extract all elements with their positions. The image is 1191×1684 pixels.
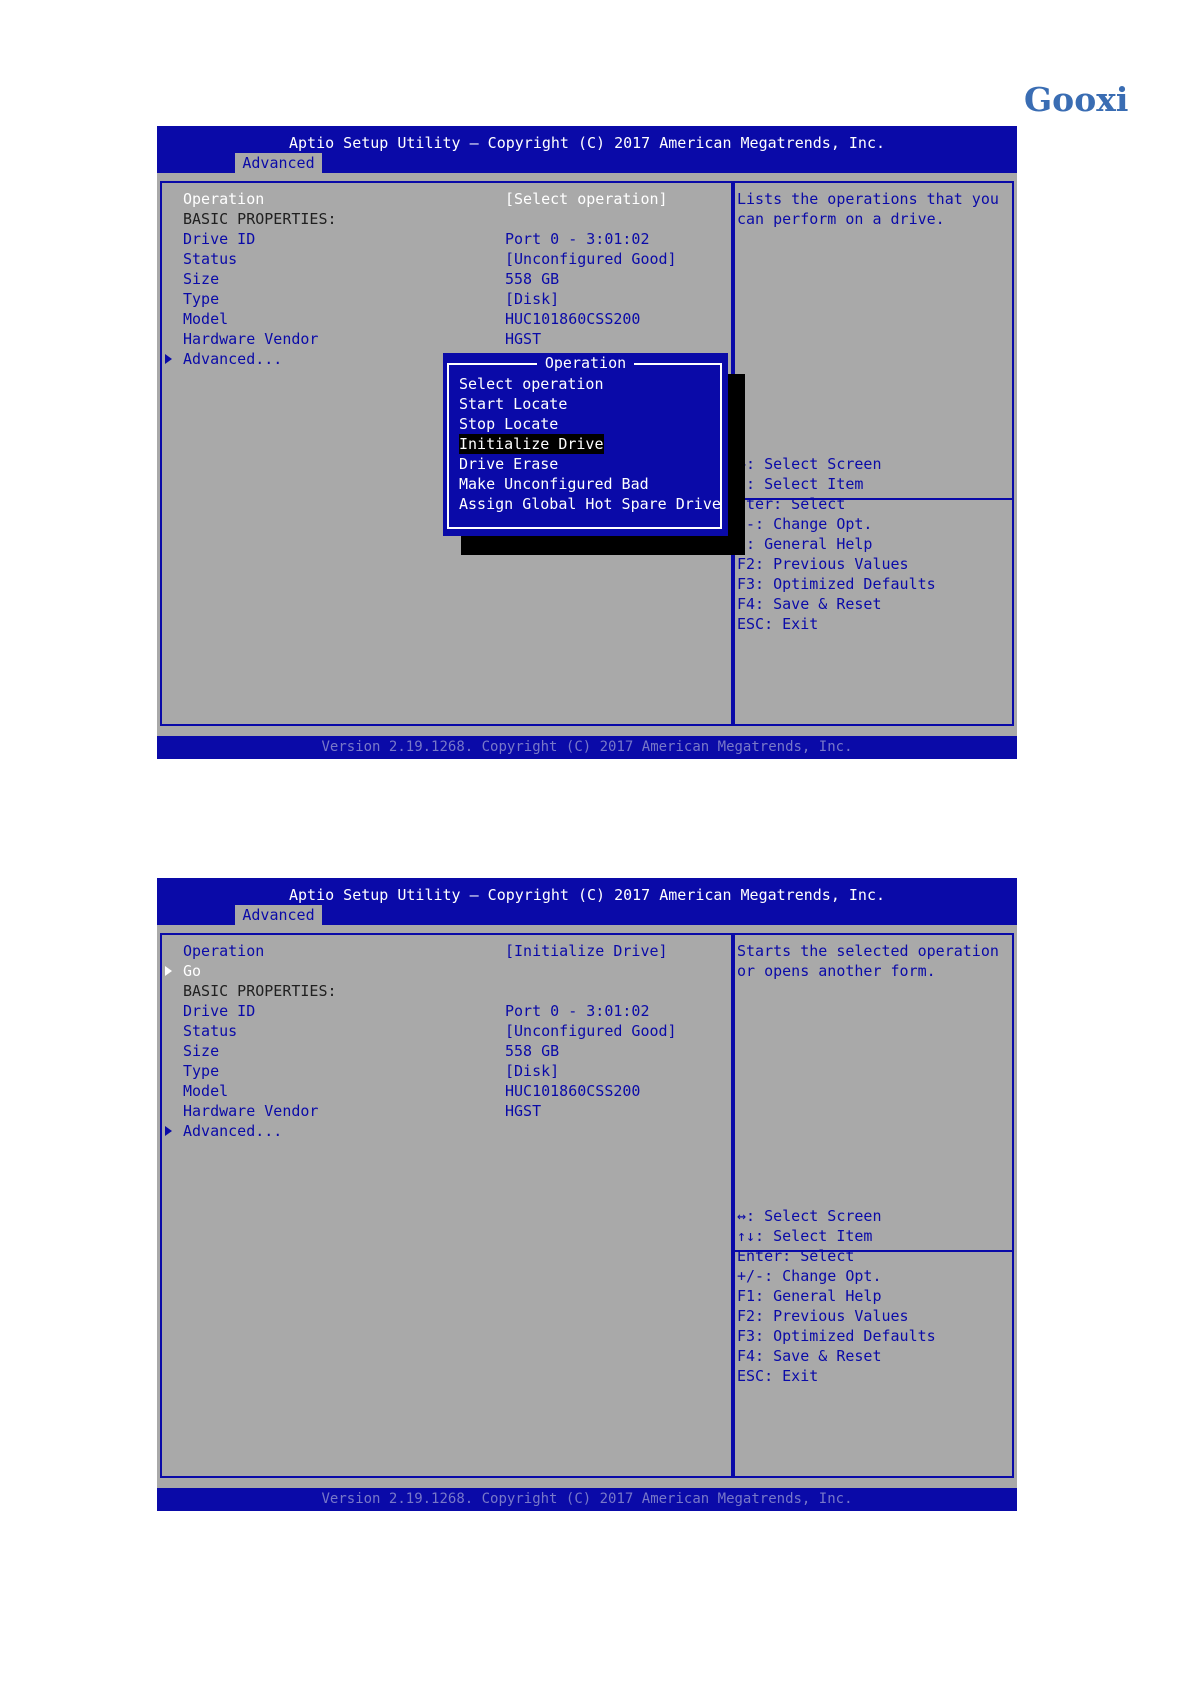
bios-screen-initialize-selected: Aptio Setup Utility – Copyright (C) 2017…: [157, 878, 1017, 1511]
key-hint: ESC: Exit: [737, 615, 819, 633]
key-hint: +/-: Change Opt.: [737, 1267, 882, 1285]
key-hint: Enter: Select: [737, 1247, 855, 1265]
bios-footer: Version 2.19.1268. Copyright (C) 2017 Am…: [157, 1488, 1017, 1511]
operation-value[interactable]: [Select operation]: [505, 189, 668, 209]
header-title: Aptio Setup Utility – Copyright (C) 2017…: [288, 134, 886, 152]
help-text-line: Starts the selected operation: [737, 942, 999, 960]
drive-id-value: Port 0 - 3:01:02: [505, 1002, 650, 1020]
operation-label[interactable]: Operation: [183, 189, 264, 209]
bios-header: Aptio Setup Utility – Copyright (C) 2017…: [157, 878, 1017, 925]
hardware-vendor-value: HGST: [505, 1102, 542, 1120]
size-value: 558 GB: [505, 1042, 560, 1060]
help-text-line: or opens another form.: [737, 962, 936, 980]
key-hint: /-: Change Opt.: [737, 515, 873, 533]
popup-option[interactable]: Select operation: [459, 374, 604, 394]
popup-option[interactable]: Drive Erase: [459, 454, 558, 474]
status-value: [Unconfigured Good]: [505, 250, 677, 268]
submenu-arrow-icon: [165, 1126, 172, 1136]
basic-properties-heading: BASIC PROPERTIES:: [183, 982, 337, 1000]
drive-id-label: Drive ID: [183, 1002, 256, 1020]
type-value: [Disk]: [505, 290, 560, 308]
key-hint: ↑↓: Select Item: [737, 1227, 873, 1245]
hardware-vendor-value: HGST: [505, 330, 542, 348]
type-label: Type: [183, 1062, 220, 1080]
advanced-submenu-link[interactable]: Advanced...: [183, 1121, 282, 1141]
key-hint: nter: Select: [737, 495, 846, 513]
status-value: [Unconfigured Good]: [505, 1022, 677, 1040]
hardware-vendor-label: Hardware Vendor: [183, 330, 319, 348]
status-label: Status: [183, 1022, 238, 1040]
popup-option[interactable]: Start Locate: [459, 394, 567, 414]
key-hint: F2: Previous Values: [737, 555, 909, 573]
key-hint: F2: Previous Values: [737, 1307, 909, 1325]
key-hint: ↔: Select Screen: [737, 1207, 882, 1225]
drive-id-label: Drive ID: [183, 230, 256, 248]
bios-screen-operation-popup: Aptio Setup Utility – Copyright (C) 2017…: [157, 126, 1017, 759]
hardware-vendor-label: Hardware Vendor: [183, 1102, 319, 1120]
popup-option[interactable]: Assign Global Hot Spare Drive: [459, 494, 721, 514]
type-label: Type: [183, 290, 220, 308]
gooxi-logo: Gooxi: [1024, 80, 1129, 119]
bios-footer: Version 2.19.1268. Copyright (C) 2017 Am…: [157, 736, 1017, 759]
key-hint: ↓: Select Item: [737, 475, 864, 493]
model-label: Model: [183, 310, 229, 328]
go-action[interactable]: Go: [183, 961, 201, 981]
model-value: HUC101860CSS200: [505, 310, 641, 328]
help-text-line: can perform on a drive.: [737, 210, 945, 228]
key-hint: ↔: Select Screen: [737, 455, 882, 473]
bios-header: Aptio Setup Utility – Copyright (C) 2017…: [157, 126, 1017, 173]
key-hint: F3: Optimized Defaults: [737, 575, 936, 593]
key-hint: ESC: Exit: [737, 1367, 819, 1385]
popup-option-selected[interactable]: Initialize Drive: [459, 434, 604, 454]
header-title: Aptio Setup Utility – Copyright (C) 2017…: [288, 886, 886, 904]
key-hint: 1: General Help: [737, 535, 873, 553]
key-hint: F4: Save & Reset: [737, 595, 882, 613]
model-label: Model: [183, 1082, 229, 1100]
advanced-submenu-link[interactable]: Advanced...: [183, 349, 282, 369]
popup-title: Operation: [536, 354, 635, 372]
popup-option[interactable]: Make Unconfigured Bad: [459, 474, 649, 494]
submenu-arrow-icon: [165, 966, 172, 976]
help-text-line: Lists the operations that you: [737, 190, 999, 208]
operation-popup: Operation Select operation Start Locate …: [443, 353, 728, 536]
key-hint: F3: Optimized Defaults: [737, 1327, 936, 1345]
model-value: HUC101860CSS200: [505, 1082, 641, 1100]
type-value: [Disk]: [505, 1062, 560, 1080]
basic-properties-heading: BASIC PROPERTIES:: [183, 210, 337, 228]
key-hint: F4: Save & Reset: [737, 1347, 882, 1365]
status-label: Status: [183, 250, 238, 268]
operation-label[interactable]: Operation: [183, 941, 264, 961]
key-hint: F1: General Help: [737, 1287, 882, 1305]
popup-option[interactable]: Stop Locate: [459, 414, 558, 434]
popup-title-wrap: Operation: [443, 353, 728, 373]
submenu-arrow-icon: [165, 354, 172, 364]
tab-advanced[interactable]: Advanced: [235, 153, 322, 173]
size-label: Size: [183, 1042, 220, 1060]
drive-id-value: Port 0 - 3:01:02: [505, 230, 650, 248]
tab-advanced[interactable]: Advanced: [235, 905, 322, 925]
size-label: Size: [183, 270, 220, 288]
operation-value[interactable]: [Initialize Drive]: [505, 941, 668, 961]
size-value: 558 GB: [505, 270, 560, 288]
